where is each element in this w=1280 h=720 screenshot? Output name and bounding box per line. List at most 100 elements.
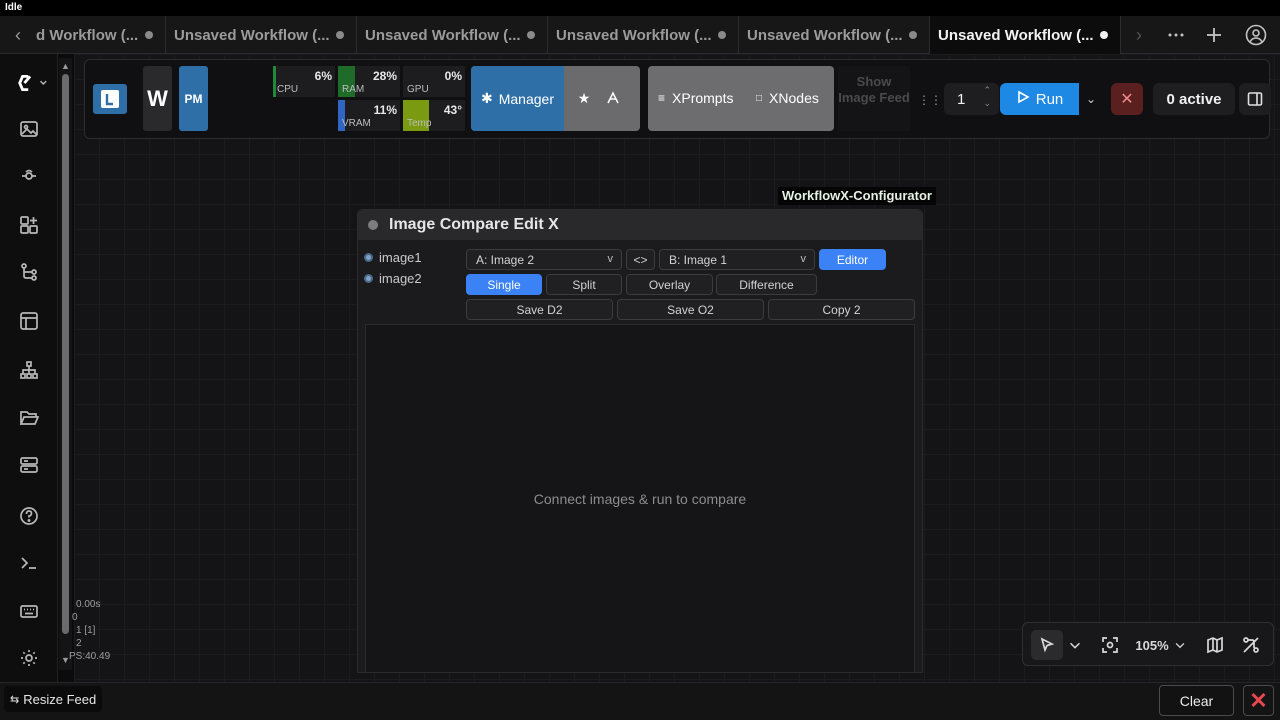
- user-account-icon[interactable]: [1238, 16, 1274, 54]
- tabs-scroll-right-icon[interactable]: ›: [1121, 16, 1157, 54]
- sliders-icon: ⇆: [10, 693, 20, 706]
- sidebar-scroll-thumb[interactable]: [62, 74, 69, 634]
- image-compare-node[interactable]: Image Compare Edit X image1 image2 A: Im…: [357, 209, 923, 673]
- mode-difference-button[interactable]: Difference: [716, 274, 817, 295]
- select-image-b[interactable]: B: Image 1 v: [659, 249, 815, 270]
- swap-button[interactable]: <>: [626, 249, 655, 270]
- play-icon: [1016, 90, 1030, 108]
- gpu-label: GPU: [407, 84, 429, 95]
- preview-placeholder-text: Connect images & run to compare: [533, 490, 747, 507]
- status-text: Idle: [5, 2, 23, 13]
- clear-button[interactable]: Clear: [1159, 685, 1234, 716]
- settings-gear-icon[interactable]: [17, 646, 41, 670]
- input-slot-image1[interactable]: image1: [364, 250, 422, 265]
- model-library-icon[interactable]: [17, 213, 41, 237]
- tab-label: Unsaved Workflow (...: [174, 26, 330, 44]
- tab-workflow-4[interactable]: Unsaved Workflow (...: [548, 16, 739, 54]
- run-options-chevron-icon[interactable]: ⌄: [1081, 83, 1101, 115]
- pm-button[interactable]: PM: [179, 66, 208, 131]
- select-image-a[interactable]: A: Image 2 v: [466, 249, 622, 270]
- stat-fps: PS:40.49: [69, 651, 111, 662]
- keyboard-icon[interactable]: [17, 599, 41, 623]
- tabs-scroll-left-icon[interactable]: ‹: [0, 16, 36, 54]
- input-slot-image2[interactable]: image2: [364, 271, 422, 286]
- status-bar: Idle: [0, 0, 1280, 16]
- zoom-level[interactable]: 105%: [1131, 630, 1191, 660]
- stepper-down-icon[interactable]: ⌄: [983, 98, 991, 109]
- run-button[interactable]: Run: [1000, 83, 1079, 115]
- unsaved-dot-icon: [718, 31, 726, 39]
- share-icon[interactable]: [603, 88, 623, 108]
- select-pointer-icon[interactable]: [1031, 630, 1063, 660]
- images-icon[interactable]: [17, 117, 41, 141]
- xnodes-label: XNodes: [769, 90, 819, 106]
- editor-button[interactable]: Editor: [819, 249, 886, 270]
- cpu-label: CPU: [277, 84, 299, 95]
- new-tab-plus-icon[interactable]: [1196, 16, 1232, 54]
- resize-feed-button[interactable]: ⇆ Resize Feed: [4, 686, 103, 712]
- stat-line-2: 0: [72, 612, 78, 623]
- cpu-monitor: 6% CPU: [273, 66, 335, 97]
- copy-2-button[interactable]: Copy 2: [768, 299, 915, 320]
- queue-layout-icon[interactable]: [17, 453, 41, 477]
- tab-workflow-1[interactable]: d Workflow (...: [36, 16, 166, 54]
- tab-workflow-3[interactable]: Unsaved Workflow (...: [357, 16, 548, 54]
- select-a-value: A: Image 2: [476, 252, 535, 267]
- unsaved-dot-icon: [527, 31, 535, 39]
- drag-handle-icon[interactable]: ⋮⋮: [918, 90, 942, 110]
- chevron-down-icon: v: [607, 253, 614, 265]
- mode-split-button[interactable]: Split: [546, 274, 622, 295]
- scroll-up-arrow-icon[interactable]: ▲: [61, 62, 70, 71]
- manager-button[interactable]: ✱ Manager: [471, 66, 564, 131]
- stepper-up-icon[interactable]: ⌃: [983, 85, 991, 96]
- tab-bar: ‹ d Workflow (... Unsaved Workflow (... …: [0, 16, 1280, 54]
- temp-label: Temp: [407, 118, 432, 129]
- chevron-down-icon[interactable]: [1067, 630, 1083, 660]
- workflows-icon[interactable]: [17, 260, 41, 284]
- toggle-panel-icon[interactable]: [1239, 83, 1271, 115]
- vram-value: 11%: [373, 103, 397, 117]
- mode-single-button[interactable]: Single: [466, 274, 542, 295]
- templates-icon[interactable]: [17, 309, 41, 333]
- input-socket-icon: [364, 253, 373, 262]
- node-header[interactable]: Image Compare Edit X: [358, 210, 922, 240]
- node-tree-icon[interactable]: [17, 358, 41, 382]
- stat-time: 0.00s: [76, 599, 101, 610]
- tab-label: d Workflow (...: [36, 26, 139, 44]
- minimap-icon[interactable]: [1203, 630, 1227, 660]
- mode-overlay-button[interactable]: Overlay: [626, 274, 713, 295]
- xnodes-button[interactable]: □ XNodes: [756, 88, 819, 108]
- left-sidebar: [0, 54, 58, 682]
- logo-l-icon[interactable]: [93, 84, 127, 114]
- close-feed-icon[interactable]: ✕: [1243, 685, 1274, 716]
- help-icon[interactable]: [17, 504, 41, 528]
- queue-count-input[interactable]: 1 ⌃ ⌄: [944, 83, 999, 115]
- compare-preview-area[interactable]: Connect images & run to compare: [365, 324, 915, 673]
- tab-label: Unsaved Workflow (...: [747, 26, 903, 44]
- xprompts-button[interactable]: ≡ XPrompts: [658, 88, 733, 108]
- cancel-run-button[interactable]: ✕: [1111, 83, 1143, 115]
- comfy-logo-icon[interactable]: [14, 71, 50, 95]
- unsaved-dot-icon: [145, 31, 153, 39]
- save-o2-button[interactable]: Save O2: [617, 299, 764, 320]
- tab-workflow-2[interactable]: Unsaved Workflow (...: [166, 16, 357, 54]
- star-icon[interactable]: ★: [574, 88, 594, 108]
- more-options-icon[interactable]: [1158, 16, 1194, 54]
- tab-workflow-active[interactable]: Unsaved Workflow (...: [930, 16, 1121, 54]
- xprompts-label: XPrompts: [672, 90, 734, 106]
- stat-line-4: 2: [76, 638, 82, 649]
- folder-open-icon[interactable]: [17, 406, 41, 430]
- node-collapse-dot-icon[interactable]: [368, 220, 378, 230]
- run-label: Run: [1035, 90, 1064, 108]
- hide-links-icon[interactable]: [1239, 630, 1263, 660]
- fit-view-icon[interactable]: [1097, 630, 1123, 660]
- ram-monitor: 28% RAM: [338, 66, 400, 97]
- tab-workflow-5[interactable]: Unsaved Workflow (...: [739, 16, 930, 54]
- active-jobs-badge[interactable]: 0 active: [1153, 83, 1235, 115]
- select-b-value: B: Image 1: [669, 252, 728, 267]
- terminal-icon[interactable]: [17, 551, 41, 575]
- w-button[interactable]: W: [143, 66, 172, 131]
- show-image-feed-button[interactable]: Show Image Feed: [838, 66, 910, 131]
- save-d2-button[interactable]: Save D2: [466, 299, 613, 320]
- node-link-icon[interactable]: [17, 164, 41, 188]
